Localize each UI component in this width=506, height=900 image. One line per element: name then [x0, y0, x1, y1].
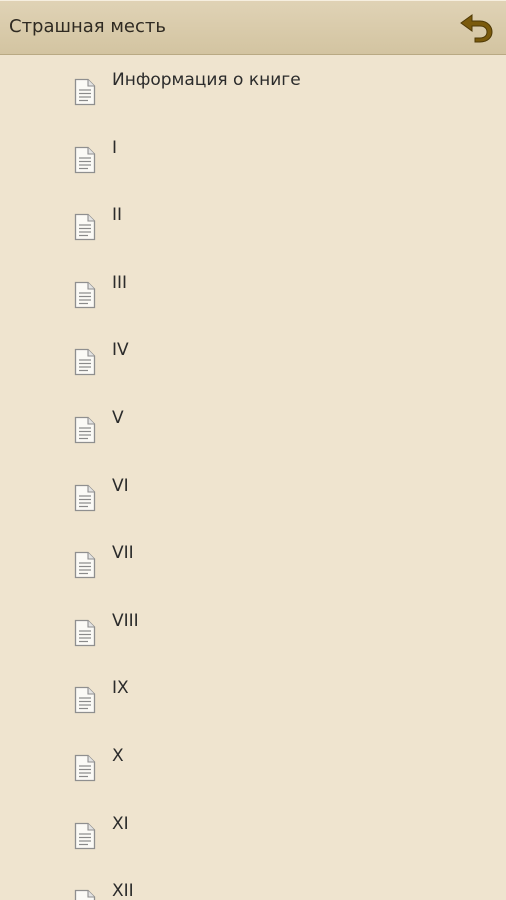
toc-item-label: III: [112, 272, 128, 293]
toc-item-label: Информация о книге: [112, 70, 301, 90]
toc-item-label: IV: [112, 340, 129, 361]
toc-item-7[interactable]: VII: [0, 528, 506, 596]
toc-item-label: X: [112, 745, 124, 766]
document-icon: [72, 619, 98, 651]
toc-item-label: VIII: [112, 610, 139, 631]
toc-item-5[interactable]: V: [0, 393, 506, 461]
toc-item-9[interactable]: IX: [0, 663, 506, 731]
toc-item-label: VI: [112, 475, 129, 496]
document-icon: [72, 348, 98, 380]
toc-item-11[interactable]: XI: [0, 799, 506, 867]
document-icon: [72, 213, 98, 245]
document-icon: [72, 146, 98, 178]
back-button[interactable]: [456, 9, 496, 45]
document-icon: [72, 78, 98, 110]
toc-item-label: XI: [112, 813, 129, 834]
title-bar: Страшная месть: [0, 0, 506, 55]
toc-item-label: XII: [112, 881, 134, 900]
toc-item-10[interactable]: X: [0, 731, 506, 799]
document-icon: [72, 889, 98, 900]
toc-item-label: IX: [112, 678, 129, 699]
document-icon: [72, 686, 98, 718]
document-icon: [72, 484, 98, 516]
toc-item-label: II: [112, 205, 123, 226]
toc-item-12[interactable]: XII: [0, 866, 506, 900]
toc-item-6[interactable]: VI: [0, 461, 506, 529]
toc-item-label: VII: [112, 543, 134, 564]
back-arrow-icon: [460, 14, 493, 43]
document-icon: [72, 551, 98, 583]
toc-item-label: I: [112, 137, 118, 158]
document-icon: [72, 281, 98, 313]
toc-item-8[interactable]: VIII: [0, 596, 506, 664]
toc-item-1[interactable]: I: [0, 123, 506, 191]
document-icon: [72, 754, 98, 786]
toc-item-2[interactable]: II: [0, 190, 506, 258]
toc-item-4[interactable]: IV: [0, 325, 506, 393]
document-icon: [72, 822, 98, 854]
toc-item-label: V: [112, 407, 124, 428]
document-icon: [72, 416, 98, 448]
book-title: Страшная месть: [9, 16, 166, 37]
toc-item-3[interactable]: III: [0, 258, 506, 326]
toc-item-info[interactable]: Информация о книге: [0, 55, 506, 123]
table-of-contents: Информация о книге I II III IV V VI VII …: [0, 55, 506, 900]
